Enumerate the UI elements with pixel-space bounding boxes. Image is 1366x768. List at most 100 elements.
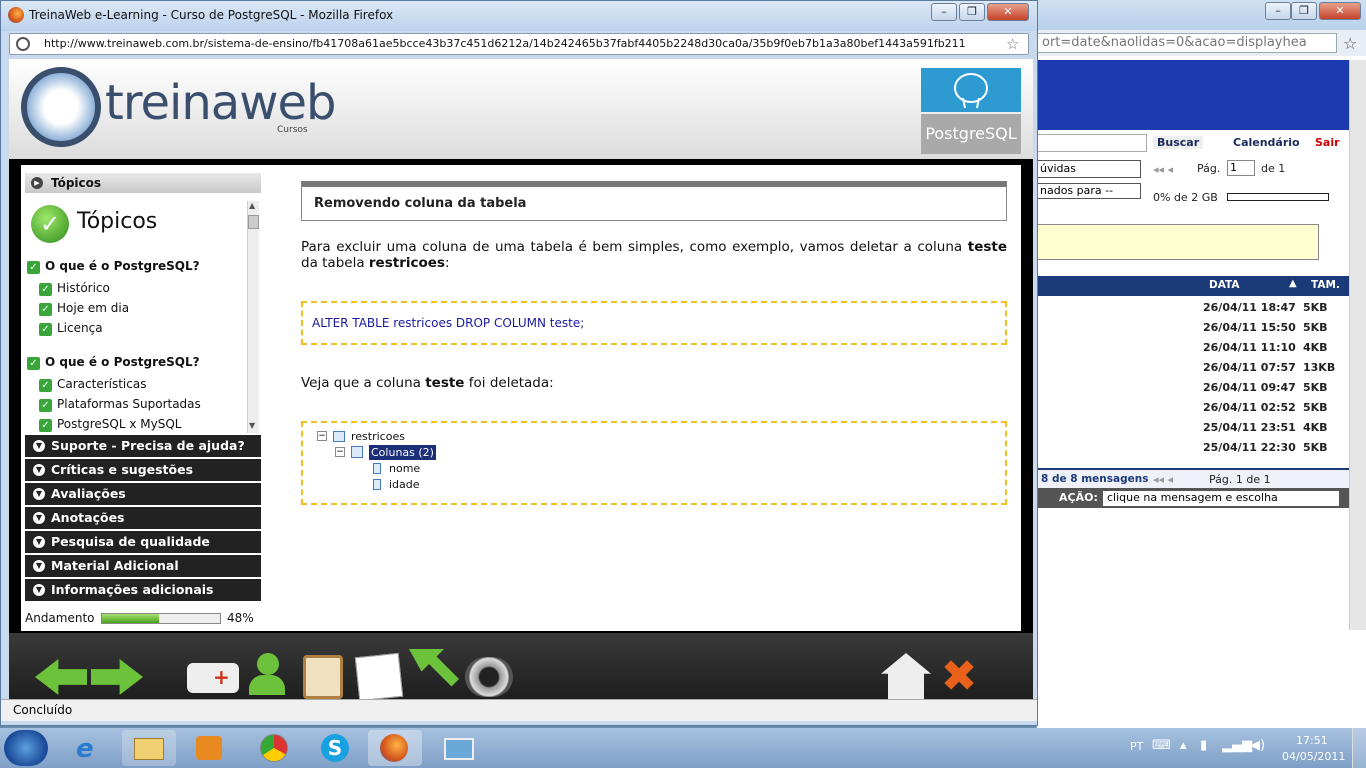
site-header: treinaweb Cursos PostgreSQL — [9, 59, 1033, 159]
bg-minimize-button[interactable]: – — [1265, 2, 1291, 20]
start-button[interactable] — [4, 730, 48, 766]
notepad-icon[interactable] — [354, 652, 404, 702]
bg-action-label: AÇÃO: — [1059, 491, 1098, 504]
bg-filter-select[interactable]: nados para -- — [1037, 183, 1141, 199]
close-x-icon[interactable]: ✖ — [937, 655, 981, 699]
explorer-icon[interactable] — [122, 730, 176, 766]
bg-url-field[interactable]: ort=date&naolidas=0&acao=displayhea — [1037, 33, 1337, 53]
bg-message-row[interactable]: 26/04/11 02:52 5KB — [1203, 398, 1349, 418]
minimize-button[interactable]: – — [931, 3, 957, 21]
accordion-item[interactable]: ▼ Críticas e sugestões — [25, 459, 261, 481]
signal-icon[interactable]: ▂▄▆ — [1222, 738, 1252, 753]
show-desktop-button[interactable] — [1352, 728, 1366, 768]
accordion-label: Avaliações — [51, 486, 126, 501]
bg-scrollbar[interactable] — [1349, 60, 1366, 630]
topic-item[interactable]: Características — [57, 377, 146, 391]
tray-expand-icon[interactable]: ▴ — [1180, 738, 1187, 753]
bg-bookmark-star-icon[interactable]: ☆ — [1343, 34, 1357, 53]
speaker-icon[interactable] — [465, 657, 513, 697]
bg-exit-link[interactable]: Sair — [1315, 136, 1340, 149]
bg-row-date: 25/04/11 23:51 — [1203, 421, 1296, 434]
bg-folder-select[interactable]: úvidas — [1037, 160, 1141, 178]
picture-viewer-icon[interactable] — [432, 730, 486, 766]
sidebar-scrollbar[interactable]: ▲ ▼ — [247, 201, 259, 433]
chrome-icon[interactable] — [248, 730, 302, 766]
restore-button[interactable]: ❐ — [959, 3, 985, 21]
scroll-up-icon[interactable]: ▲ — [249, 201, 255, 210]
user-edit-icon[interactable] — [247, 653, 287, 697]
accordion-item[interactable]: ▼ Informações adicionais — [25, 579, 261, 601]
network-icon[interactable]: ▮ — [1200, 738, 1207, 753]
lesson-title: Removendo coluna da tabela — [314, 196, 527, 211]
topic-item[interactable]: Plataformas Suportadas — [57, 397, 201, 411]
bg-message-row[interactable]: 26/04/11 09:47 5KB — [1203, 378, 1349, 398]
check-icon: ✓ — [27, 261, 40, 274]
bg-restore-button[interactable]: ❐ — [1291, 2, 1317, 20]
bg-prev-page-icon[interactable]: ◂◂ ◂ — [1153, 163, 1173, 176]
accordion-item[interactable]: ▼ Pesquisa de qualidade — [25, 531, 261, 553]
media-player-icon[interactable] — [182, 730, 236, 766]
clock-date[interactable]: 04/05/2011 — [1282, 750, 1345, 763]
bg-message-row[interactable]: 26/04/11 07:57 13KB — [1203, 358, 1349, 378]
bg-filter-select-value: nados para -- — [1040, 184, 1114, 197]
bg-action-select[interactable]: clique na mensagem e escolha — [1103, 491, 1339, 506]
bg-footer-bar: 8 de 8 mensagens ◂◂ ◂ Pág. 1 de 1 — [1037, 468, 1349, 488]
code-box: ALTER TABLE restricoes DROP COLUMN teste… — [301, 301, 1007, 345]
topic-item[interactable]: Histórico — [57, 281, 110, 295]
topic-section-title[interactable]: O que é o PostgreSQL? — [45, 259, 200, 273]
bg-search-input[interactable] — [1037, 134, 1147, 152]
accordion-item[interactable]: ▼ Material Adicional — [25, 555, 261, 577]
bg-message-row[interactable]: 25/04/11 23:51 4KB — [1203, 418, 1349, 438]
language-indicator[interactable]: PT — [1130, 740, 1143, 753]
bg-col-date[interactable]: DATA — [1209, 279, 1240, 291]
arrow-right-icon[interactable] — [91, 659, 143, 695]
ambulance-icon[interactable]: + — [187, 663, 239, 693]
close-button[interactable]: ✕ — [987, 3, 1029, 21]
bookmark-star-icon[interactable]: ☆ — [1006, 35, 1019, 53]
arrow-left-icon[interactable] — [35, 659, 87, 695]
sidebar-header[interactable]: ▶ Tópicos — [25, 173, 261, 193]
tree-table-name: restricoes — [351, 430, 405, 443]
bg-col-size[interactable]: TAM. — [1311, 279, 1340, 291]
volume-icon[interactable]: ◀) — [1250, 738, 1265, 753]
address-bar[interactable]: http://www.treinaweb.com.br/sistema-de-e… — [9, 33, 1029, 55]
logo-text[interactable]: treinaweb — [105, 75, 336, 131]
check-icon: ✓ — [39, 419, 52, 432]
check-icon: ✓ — [39, 303, 52, 316]
bg-calendar-link[interactable]: Calendário — [1233, 136, 1300, 149]
clock-time[interactable]: 17:51 — [1296, 734, 1328, 747]
home-icon[interactable] — [881, 653, 931, 699]
bg-close-button[interactable]: ✕ — [1319, 2, 1361, 20]
skype-icon[interactable]: S — [308, 730, 362, 766]
bg-page-input[interactable]: 1 — [1227, 160, 1255, 176]
sort-asc-icon[interactable]: ▲ — [1289, 278, 1297, 289]
firefox-taskbar-icon[interactable] — [368, 730, 422, 766]
lesson-paragraph-2: Veja que a coluna teste foi deletada: — [301, 375, 554, 391]
url-text[interactable]: http://www.treinaweb.com.br/sistema-de-e… — [44, 37, 966, 50]
firefox-icon — [8, 7, 24, 23]
bg-footer-prev-icon[interactable]: ◂◂ ◂ — [1153, 473, 1173, 486]
topic-section-title[interactable]: O que é o PostgreSQL? — [45, 355, 200, 369]
scroll-thumb[interactable] — [248, 215, 259, 229]
status-text: Concluído — [13, 703, 73, 717]
background-browser-window: – ❐ ✕ ort=date&naolidas=0&acao=displayhe… — [1036, 0, 1366, 728]
bg-message-row[interactable]: 26/04/11 15:50 5KB — [1203, 318, 1349, 338]
accordion-item[interactable]: ▼ Suporte - Precisa de ajuda? — [25, 435, 261, 457]
topic-item[interactable]: Hoje em dia — [57, 301, 129, 315]
topic-item[interactable]: PostgreSQL x MySQL — [57, 417, 181, 431]
accordion-item[interactable]: ▼ Anotações — [25, 507, 261, 529]
keyboard-icon[interactable]: ⌨ — [1152, 738, 1171, 753]
accordion-item[interactable]: ▼ Avaliações — [25, 483, 261, 505]
bg-message-row[interactable]: 26/04/11 11:10 4KB — [1203, 338, 1349, 358]
ie-icon[interactable]: e — [62, 730, 116, 766]
para1-text: Para excluir uma coluna de uma tabela é … — [301, 239, 968, 255]
bg-search-button[interactable]: Buscar — [1153, 136, 1204, 149]
bg-message-row[interactable]: 25/04/11 22:30 5KB — [1203, 438, 1349, 458]
scroll-down-icon[interactable]: ▼ — [249, 421, 255, 430]
topic-item[interactable]: Licença — [57, 321, 103, 335]
bg-message-row[interactable]: 26/04/11 18:47 5KB — [1203, 298, 1349, 318]
clipboard-icon[interactable] — [303, 655, 343, 699]
arrow-up-icon[interactable] — [409, 649, 459, 687]
treinaweb-logo-icon[interactable] — [21, 67, 101, 147]
bg-row-date: 25/04/11 22:30 — [1203, 441, 1296, 454]
